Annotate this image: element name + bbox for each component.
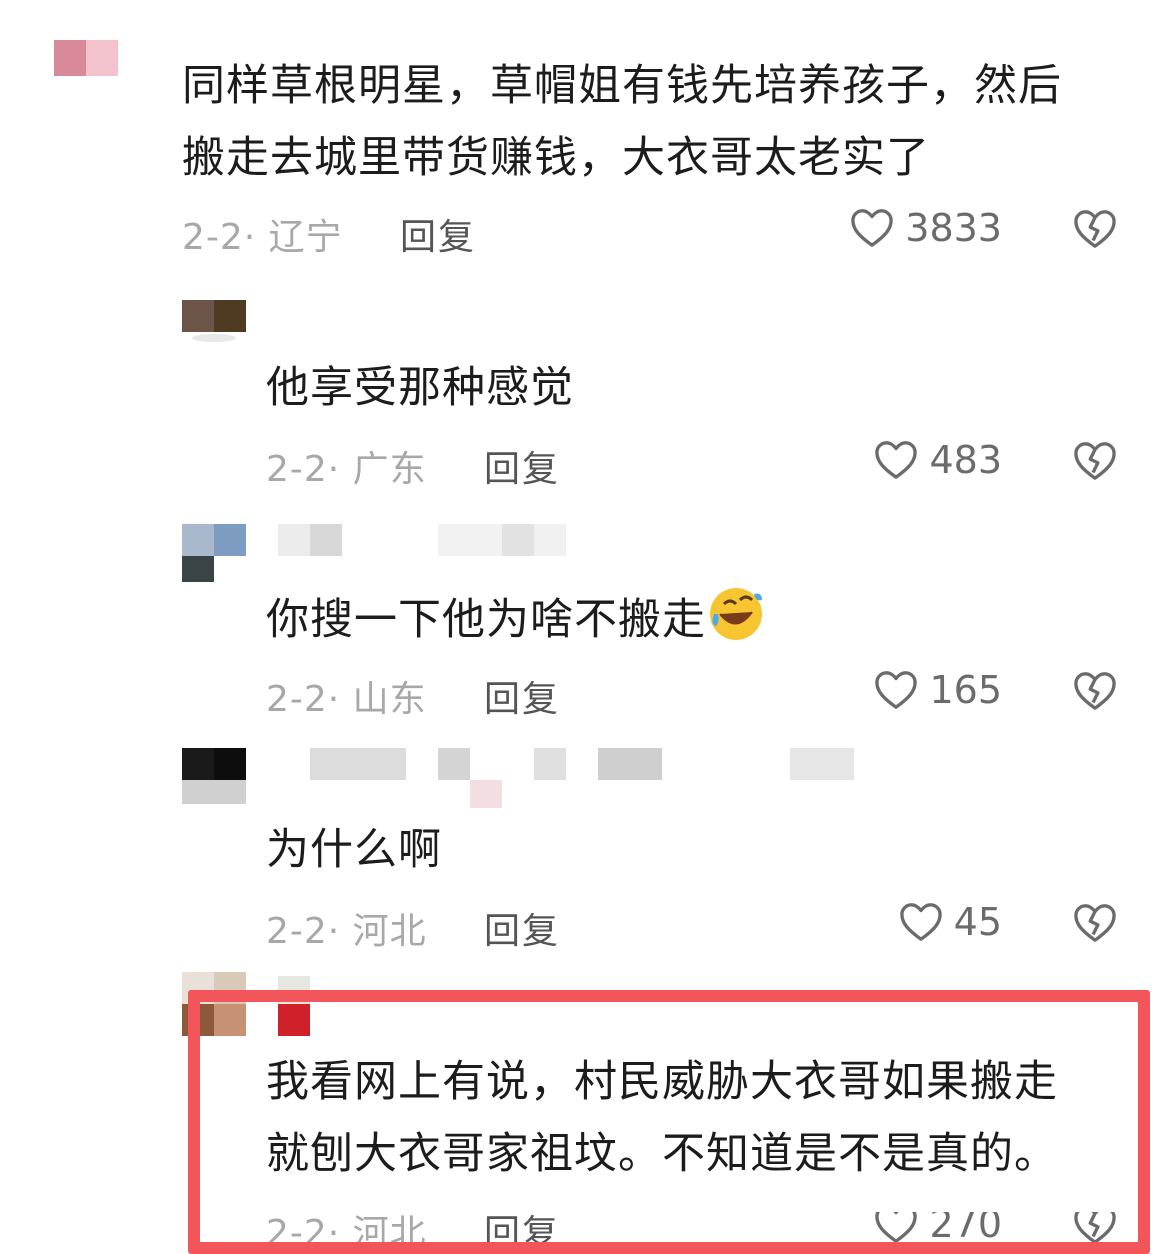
comment-text-line: 你搜一下他为啥不搬走 (266, 584, 766, 656)
reply-button[interactable]: 回复 (484, 670, 560, 722)
heart-outline-icon (875, 441, 918, 479)
like-button[interactable]: 165 (873, 668, 1002, 712)
comment-text-line: 为什么啊 (266, 825, 442, 875)
like-count: 165 (929, 668, 1002, 712)
rolling-on-floor-laughing-emoji (710, 588, 762, 640)
comment-date-location: 2-2· 河北 (266, 911, 427, 952)
like-button[interactable]: 483 (873, 438, 1002, 482)
badge-blurred (470, 780, 502, 808)
broken-heart-icon[interactable] (1072, 670, 1118, 712)
comment-date-location: 2-2· 广东 (266, 449, 427, 490)
username-blurred[interactable] (278, 524, 568, 556)
like-count: 483 (929, 438, 1002, 482)
broken-heart-icon[interactable] (1072, 440, 1118, 482)
avatar-blurred[interactable] (182, 300, 246, 346)
comment-text-line: 他享受那种感觉 (266, 363, 574, 413)
avatar-blurred[interactable] (54, 40, 118, 76)
like-button[interactable]: 3833 (849, 206, 1002, 250)
comment-date-location: 2-2· 山东 (266, 679, 427, 720)
avatar-blurred[interactable] (182, 524, 246, 588)
comment-date-location: 2-2· 辽宁 (182, 217, 343, 258)
reply-button[interactable]: 回复 (400, 208, 476, 260)
comment-text: 你搜一下他为啥不搬走 (266, 595, 706, 645)
heart-outline-icon (899, 903, 942, 941)
like-count: 3833 (905, 206, 1002, 250)
broken-heart-icon[interactable] (1072, 208, 1118, 250)
broken-heart-icon[interactable] (1072, 902, 1118, 944)
like-count: 45 (953, 900, 1002, 944)
reply-button[interactable]: 回复 (484, 902, 560, 954)
highlight-box (188, 990, 1150, 1254)
heart-outline-icon (851, 209, 894, 247)
heart-outline-icon (875, 671, 918, 709)
username-blurred[interactable] (310, 748, 854, 780)
reply-button[interactable]: 回复 (484, 440, 560, 492)
avatar-blurred[interactable] (182, 748, 246, 812)
comment-text-line: 搬走去城里带货赚钱，大衣哥太老实了 (182, 133, 930, 183)
like-button[interactable]: 45 (898, 900, 1002, 944)
comment-text-line: 同样草根明星，草帽姐有钱先培养孩子，然后 (182, 61, 1062, 111)
